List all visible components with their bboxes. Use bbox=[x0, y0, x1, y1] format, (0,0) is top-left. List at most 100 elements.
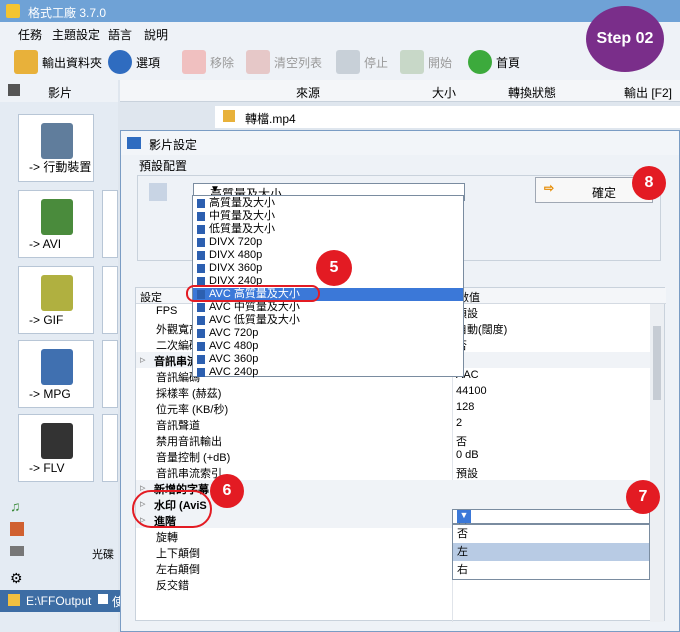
picture-icon[interactable] bbox=[10, 522, 24, 536]
home-label: 首頁 bbox=[496, 55, 521, 70]
grid-row[interactable]: 音量控制 (+dB) 0 dB bbox=[136, 448, 652, 464]
expand-arrow-icon[interactable]: ▹ bbox=[140, 353, 146, 366]
grid-row[interactable]: 採樣率 (赫茲) 44100 bbox=[136, 384, 652, 400]
col-status[interactable]: 轉換狀態 bbox=[508, 84, 556, 101]
avi-icon bbox=[41, 199, 73, 235]
sidebar-header-label: 影片 bbox=[48, 86, 73, 100]
stop-button[interactable]: 停止 bbox=[336, 50, 388, 74]
grid-row[interactable]: 禁用音訊輸出 否 bbox=[136, 432, 652, 448]
grid-row-value: 否 bbox=[456, 436, 467, 448]
menu-tasks[interactable]: 任務 bbox=[18, 26, 42, 43]
rotate-option[interactable]: 右 bbox=[453, 561, 649, 579]
rotate-option[interactable]: 左 bbox=[453, 543, 649, 561]
close-button[interactable]: × bbox=[149, 136, 667, 152]
mpg-icon bbox=[41, 349, 73, 385]
col-output[interactable]: 輸出 [F2] bbox=[624, 84, 672, 101]
preset-option[interactable]: 低質量及大小 bbox=[193, 223, 463, 236]
category-label: -> AVI bbox=[29, 237, 62, 251]
video-icon bbox=[8, 84, 20, 96]
grid-col-setting: 設定 bbox=[140, 292, 162, 304]
preset-label: 預設配置 bbox=[139, 159, 188, 173]
menu-help[interactable]: 說明 bbox=[144, 26, 168, 43]
preset-option[interactable]: AVC 360p bbox=[193, 353, 463, 366]
scrollbar-thumb[interactable] bbox=[653, 326, 661, 400]
arrow-right-icon: ⇨ bbox=[544, 181, 555, 195]
file-icon bbox=[223, 110, 235, 122]
output-path[interactable]: E:\FFOutput bbox=[26, 594, 91, 608]
chevron-down-icon[interactable]: ▼ bbox=[457, 510, 471, 523]
checkbox[interactable] bbox=[98, 594, 108, 604]
callout-badge-5: 5 bbox=[316, 250, 352, 286]
grid-row-name: 禁用音訊輸出 bbox=[156, 436, 222, 448]
preset-option[interactable]: AVC 240p bbox=[193, 366, 463, 379]
mobile-icon bbox=[41, 123, 73, 159]
category-partial bbox=[102, 340, 118, 408]
callout-ring-5 bbox=[186, 285, 320, 302]
start-button[interactable]: 開始 bbox=[400, 50, 452, 74]
preset-option[interactable]: AVC 480p bbox=[193, 340, 463, 353]
folder-icon bbox=[14, 50, 38, 74]
grid-row[interactable]: 位元率 (KB/秒) 128 bbox=[136, 400, 652, 416]
rotate-combo[interactable]: 否 ▼ bbox=[452, 509, 650, 525]
app-icon bbox=[6, 4, 20, 18]
grid-scrollbar[interactable] bbox=[650, 304, 664, 622]
preset-option[interactable]: AVC 中質量及大小 bbox=[193, 301, 463, 314]
flv-icon bbox=[41, 423, 73, 459]
col-source[interactable]: 來源 bbox=[296, 84, 320, 101]
grid-row-name: 上下顛倒 bbox=[156, 548, 200, 560]
category-avi[interactable]: -> AVI bbox=[18, 190, 94, 258]
disc-drive-icon[interactable] bbox=[10, 546, 24, 556]
grid-row-name: 位元率 (KB/秒) bbox=[156, 404, 229, 416]
category-label: -> MPG bbox=[29, 387, 71, 401]
remove-label: 移除 bbox=[210, 55, 235, 70]
start-label: 開始 bbox=[428, 55, 453, 70]
grid-row-name: 音訊聲道 bbox=[156, 420, 200, 432]
rotate-dropdown: 否左右 bbox=[452, 524, 650, 580]
grid-row-value: 128 bbox=[456, 401, 475, 413]
audio-icon[interactable]: ♫ bbox=[10, 498, 21, 514]
sidebar-header[interactable]: 影片 bbox=[0, 80, 118, 102]
clear-icon bbox=[246, 50, 270, 74]
remove-button[interactable]: 移除 bbox=[182, 50, 234, 74]
output-folder-button[interactable]: 輸出資料夾 bbox=[14, 50, 102, 74]
options-label: 選項 bbox=[136, 55, 161, 70]
category-mobile[interactable]: -> 行動裝置 bbox=[18, 114, 94, 182]
grid-row-value: 0 dB bbox=[456, 449, 479, 461]
category-partial bbox=[102, 190, 118, 258]
rotate-option[interactable]: 否 bbox=[453, 525, 649, 543]
toolbar: 輸出資料夾 選項 移除 清空列表 停止 開始 首頁 bbox=[0, 44, 680, 80]
preset-option[interactable]: 高質量及大小 bbox=[193, 197, 463, 210]
app-titlebar: 格式工廠 3.7.0 bbox=[0, 0, 680, 22]
callout-badge-6: 6 bbox=[210, 474, 244, 508]
grid-row-value: 預設 bbox=[456, 468, 478, 480]
grid-row-name: FPS bbox=[156, 305, 178, 317]
options-button[interactable]: 選項 bbox=[108, 50, 160, 74]
task-row[interactable]: 轉檔.mp4 bbox=[215, 106, 680, 128]
remove-icon bbox=[182, 50, 206, 74]
grid-row-value: 2 bbox=[456, 417, 463, 429]
grid-row[interactable]: 音訊串流索引 預設 bbox=[136, 464, 652, 480]
callout-badge-7: 7 bbox=[626, 480, 660, 514]
category-gif[interactable]: -> GIF bbox=[18, 266, 94, 334]
chevron-down-icon[interactable]: ▼ bbox=[210, 184, 462, 195]
folder-icon bbox=[8, 594, 20, 606]
category-mpg[interactable]: -> MPG bbox=[18, 340, 94, 408]
clear-list-button[interactable]: 清空列表 bbox=[246, 50, 322, 74]
grid-row[interactable]: 音訊聲道 2 bbox=[136, 416, 652, 432]
app-title: 格式工廠 3.7.0 bbox=[28, 6, 107, 20]
col-size[interactable]: 大小 bbox=[432, 84, 456, 101]
home-button[interactable]: 首頁 bbox=[468, 50, 520, 74]
stop-icon bbox=[336, 50, 360, 74]
menu-language[interactable]: 語言 bbox=[108, 26, 132, 43]
preset-option[interactable]: AVC 低質量及大小 bbox=[193, 314, 463, 327]
grid-row-name: 音訊串流索引 bbox=[156, 468, 222, 480]
preset-option[interactable]: 中質量及大小 bbox=[193, 210, 463, 223]
stop-label: 停止 bbox=[364, 55, 389, 70]
category-flv[interactable]: -> FLV bbox=[18, 414, 94, 482]
file-name: 轉檔.mp4 bbox=[245, 112, 296, 126]
tools-icon[interactable]: ⚙ bbox=[10, 570, 23, 587]
preset-option[interactable]: AVC 720p bbox=[193, 327, 463, 340]
menu-theme[interactable]: 主題設定 bbox=[52, 26, 100, 43]
preset-option[interactable]: DIVX 720p bbox=[193, 236, 463, 249]
gear-icon bbox=[108, 50, 132, 74]
